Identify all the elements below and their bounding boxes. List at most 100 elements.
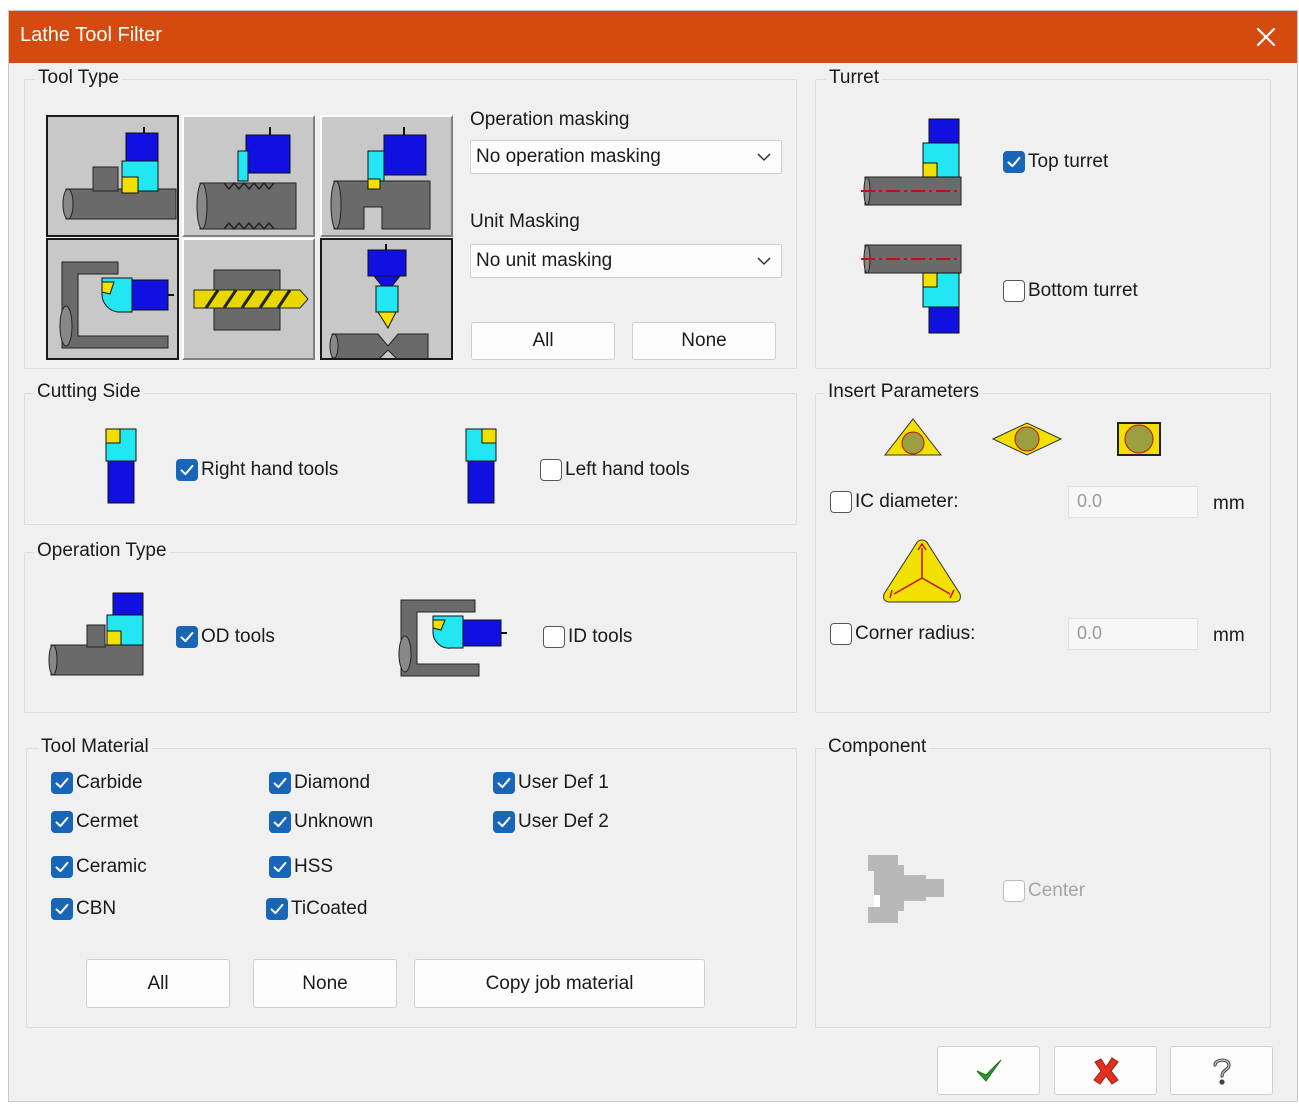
copy-job-material-button[interactable]: Copy job material [414, 959, 705, 1008]
checkbox-box[interactable] [540, 459, 562, 481]
operation-masking-label: Operation masking [470, 109, 630, 130]
od-turning-tool-tile[interactable] [46, 115, 179, 237]
od-tools-checkbox[interactable]: OD tools [176, 626, 275, 648]
operation-masking-dropdown[interactable]: No operation masking [470, 140, 782, 174]
right-hand-tool-icon [105, 428, 137, 504]
material-carbide-checkbox[interactable]: Carbide [51, 772, 143, 794]
right-hand-tools-label: Right hand tools [201, 459, 339, 480]
material-hss-checkbox[interactable]: HSS [269, 856, 333, 878]
ic-diameter-unit: mm [1213, 493, 1245, 514]
ok-button[interactable] [937, 1046, 1040, 1095]
checkbox-box[interactable] [493, 811, 515, 833]
material-diamond-checkbox[interactable]: Diamond [269, 772, 370, 794]
checkbox-box[interactable] [493, 772, 515, 794]
material-none-button[interactable]: None [253, 959, 397, 1008]
top-turret-icon [861, 118, 962, 206]
checkbox-box[interactable] [1003, 151, 1025, 173]
tool-type-legend: Tool Type [35, 67, 122, 89]
bottom-turret-icon [861, 244, 962, 334]
insert-parameters-legend: Insert Parameters [825, 381, 982, 403]
tool-type-none-button[interactable]: None [632, 322, 776, 360]
chevron-down-icon [757, 257, 771, 266]
left-hand-tools-label: Left hand tools [565, 459, 690, 480]
diamond-insert-icon [991, 422, 1063, 456]
material-label: Diamond [294, 772, 371, 793]
checkbox-box[interactable] [1003, 280, 1025, 302]
cutting-side-legend: Cutting Side [34, 381, 144, 403]
cancel-button[interactable] [1054, 1046, 1157, 1095]
id-boring-tool-tile[interactable] [46, 238, 179, 360]
left-hand-tool-icon [465, 428, 497, 504]
material-label: HSS [294, 856, 334, 877]
cutoff-tool-tile[interactable] [320, 238, 453, 361]
material-label: TiCoated [291, 898, 368, 919]
od-tools-label: OD tools [201, 626, 275, 647]
checkbox-box[interactable] [269, 856, 291, 878]
close-icon[interactable] [1249, 20, 1283, 54]
checkbox-box[interactable] [51, 856, 73, 878]
id-boring-tool-icon [59, 261, 174, 349]
chevron-down-icon [757, 153, 771, 162]
checkbox-box[interactable] [269, 811, 291, 833]
od-tool-icon [48, 592, 144, 676]
operation-masking-value: No operation masking [476, 146, 661, 167]
corner-radius-insert-icon [883, 539, 961, 603]
grooving-tool-tile[interactable] [320, 115, 453, 237]
ic-diameter-input[interactable]: 0.0 [1068, 486, 1198, 518]
checkbox-box[interactable] [51, 772, 73, 794]
material-ticoated-checkbox[interactable]: TiCoated [266, 898, 367, 920]
material-all-button[interactable]: All [86, 959, 230, 1008]
checkbox-box[interactable] [543, 626, 565, 648]
material-cbn-checkbox[interactable]: CBN [51, 898, 116, 920]
checkbox-box[interactable] [266, 898, 288, 920]
help-button[interactable] [1170, 1046, 1273, 1095]
center-checkbox[interactable]: Center [1003, 880, 1085, 902]
material-user-def-1-checkbox[interactable]: User Def 1 [493, 772, 609, 794]
tool-type-all-button[interactable]: All [471, 322, 615, 360]
window-title: Lathe Tool Filter [20, 24, 162, 46]
drill-tool-icon [193, 269, 309, 331]
id-tools-label: ID tools [568, 626, 633, 647]
corner-radius-label: Corner radius: [855, 623, 976, 644]
top-turret-checkbox[interactable]: Top turret [1003, 151, 1108, 173]
material-label: User Def 1 [518, 772, 609, 793]
material-unknown-checkbox[interactable]: Unknown [269, 811, 373, 833]
ic-diameter-checkbox[interactable]: IC diameter: [830, 491, 958, 513]
corner-radius-unit: mm [1213, 625, 1245, 646]
right-hand-tools-checkbox[interactable]: Right hand tools [176, 459, 338, 481]
checkbox-box[interactable] [830, 623, 852, 645]
threading-tool-tile[interactable] [182, 115, 315, 237]
material-label: CBN [76, 898, 117, 919]
material-label: Cermet [76, 811, 139, 832]
material-label: User Def 2 [518, 811, 609, 832]
title-bar: Lathe Tool Filter [9, 11, 1297, 63]
bottom-turret-checkbox[interactable]: Bottom turret [1003, 280, 1138, 302]
checkbox-box[interactable] [176, 459, 198, 481]
unit-masking-value: No unit masking [476, 250, 613, 271]
operation-type-legend: Operation Type [34, 540, 170, 562]
component-legend: Component [825, 736, 930, 758]
checkbox-box[interactable] [51, 811, 73, 833]
checkbox-box[interactable] [51, 898, 73, 920]
red-x-icon [1092, 1056, 1119, 1085]
checkbox-box[interactable] [1003, 880, 1025, 902]
material-ceramic-checkbox[interactable]: Ceramic [51, 856, 147, 878]
question-mark-icon [1212, 1058, 1231, 1085]
checkbox-box[interactable] [269, 772, 291, 794]
threading-tool-icon [196, 127, 297, 231]
bottom-turret-label: Bottom turret [1028, 280, 1138, 301]
material-label: Unknown [294, 811, 374, 832]
material-user-def-2-checkbox[interactable]: User Def 2 [493, 811, 609, 833]
unit-masking-dropdown[interactable]: No unit masking [470, 244, 782, 278]
unit-masking-label: Unit Masking [470, 211, 580, 232]
drill-tool-tile[interactable] [182, 238, 315, 360]
triangle-insert-icon [883, 418, 943, 456]
material-cermet-checkbox[interactable]: Cermet [51, 811, 138, 833]
id-tools-checkbox[interactable]: ID tools [543, 626, 632, 648]
checkbox-box[interactable] [830, 491, 852, 513]
left-hand-tools-checkbox[interactable]: Left hand tools [540, 459, 690, 481]
corner-radius-checkbox[interactable]: Corner radius: [830, 623, 975, 645]
checkbox-box[interactable] [176, 626, 198, 648]
corner-radius-input[interactable]: 0.0 [1068, 618, 1198, 650]
material-label: Carbide [76, 772, 143, 793]
